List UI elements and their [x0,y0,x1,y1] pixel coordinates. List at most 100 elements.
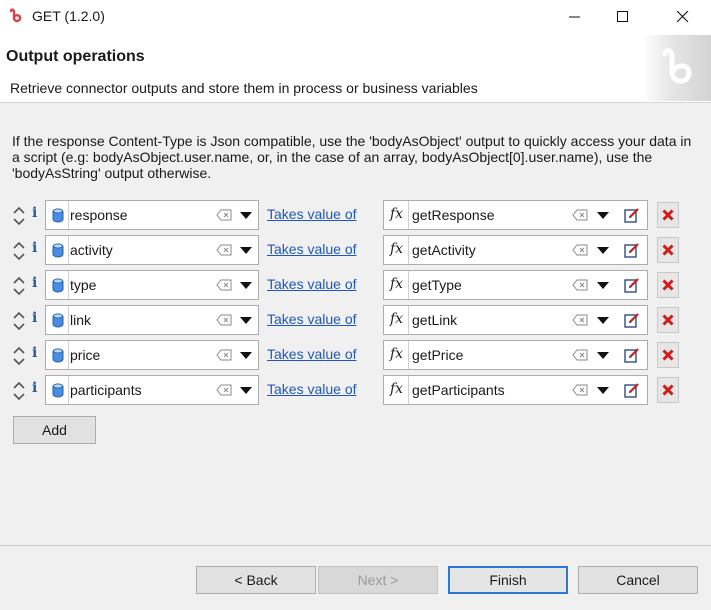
field-divider [68,271,69,299]
up-down-arrows-icon[interactable] [12,311,26,331]
edit-expression-icon[interactable] [623,241,641,259]
delete-row-button[interactable] [657,202,679,228]
cancel-button[interactable]: Cancel [578,566,698,594]
edit-expression-icon[interactable] [623,311,641,329]
variable-cylinder-icon [52,348,64,363]
takes-value-of-link[interactable]: Takes value of [267,346,357,362]
chevron-down-icon[interactable] [597,387,609,394]
delete-red-x-icon [662,314,674,326]
delete-row-button[interactable] [657,377,679,403]
operation-row: i activity Takes value of fx getActivity [0,235,711,265]
edit-expression-icon[interactable] [623,276,641,294]
up-down-arrows-icon[interactable] [12,381,26,401]
variable-combo[interactable]: type [45,270,259,300]
wizard-header: Output operations Retrieve connector out… [0,33,711,103]
clear-text-icon[interactable] [216,314,232,326]
edit-expression-icon[interactable] [623,381,641,399]
takes-value-of-link[interactable]: Takes value of [267,206,357,222]
variable-cylinder-icon [52,313,64,328]
field-divider [408,201,409,229]
chevron-down-icon[interactable] [240,247,252,254]
title-bar: GET (1.2.0) [0,0,711,33]
close-button[interactable] [660,0,706,33]
maximize-button[interactable] [600,0,646,33]
edit-expression-icon[interactable] [623,346,641,364]
variable-cylinder-icon [52,383,64,398]
chevron-down-icon[interactable] [240,352,252,359]
info-icon[interactable]: i [32,345,37,361]
takes-value-of-link[interactable]: Takes value of [267,381,357,397]
add-button[interactable]: Add [13,416,96,444]
clear-text-icon[interactable] [572,349,588,361]
takes-value-of-link[interactable]: Takes value of [267,311,357,327]
next-button[interactable]: Next > [318,566,438,594]
takes-value-of-link[interactable]: Takes value of [267,241,357,257]
chevron-down-icon[interactable] [597,352,609,359]
chevron-down-icon[interactable] [240,387,252,394]
info-icon[interactable]: i [32,310,37,326]
close-icon [677,10,689,22]
up-down-arrows-icon[interactable] [12,276,26,296]
field-divider [68,376,69,404]
chevron-down-icon[interactable] [597,247,609,254]
chevron-down-icon[interactable] [240,282,252,289]
clear-text-icon[interactable] [216,279,232,291]
expression-combo[interactable]: fx getActivity [383,235,648,265]
variable-name: activity [70,242,113,258]
clear-text-icon[interactable] [572,209,588,221]
expression-combo[interactable]: fx getLink [383,305,648,335]
expression-combo[interactable]: fx getPrice [383,340,648,370]
expression-combo[interactable]: fx getResponse [383,200,648,230]
fx-icon: fx [390,206,404,222]
info-icon[interactable]: i [32,205,37,221]
clear-text-icon[interactable] [216,384,232,396]
delete-red-x-icon [662,209,674,221]
variable-combo[interactable]: participants [45,375,259,405]
delete-red-x-icon [662,279,674,291]
clear-text-icon[interactable] [572,384,588,396]
field-divider [408,341,409,369]
operation-row: i participants Takes value of fx getPart… [0,375,711,405]
variable-combo[interactable]: price [45,340,259,370]
chevron-down-icon[interactable] [597,212,609,219]
clear-text-icon[interactable] [572,244,588,256]
clear-text-icon[interactable] [216,209,232,221]
delete-row-button[interactable] [657,307,679,333]
back-button[interactable]: < Back [196,566,316,594]
takes-value-of-link[interactable]: Takes value of [267,276,357,292]
field-divider [68,306,69,334]
footer-separator [0,545,711,546]
clear-text-icon[interactable] [216,244,232,256]
delete-row-button[interactable] [657,272,679,298]
variable-name: participants [70,382,142,398]
chevron-down-icon[interactable] [597,317,609,324]
info-icon[interactable]: i [32,275,37,291]
variable-combo[interactable]: response [45,200,259,230]
clear-text-icon[interactable] [216,349,232,361]
up-down-arrows-icon[interactable] [12,346,26,366]
description-text: If the response Content-Type is Json com… [12,133,692,181]
clear-text-icon[interactable] [572,279,588,291]
delete-row-button[interactable] [657,342,679,368]
chevron-down-icon[interactable] [240,212,252,219]
page-title: Output operations [6,48,145,65]
edit-expression-icon[interactable] [623,206,641,224]
variable-name: type [70,277,97,293]
chevron-down-icon[interactable] [597,282,609,289]
info-icon[interactable]: i [32,380,37,396]
variable-combo[interactable]: link [45,305,259,335]
minimize-button[interactable] [552,0,598,33]
clear-text-icon[interactable] [572,314,588,326]
expression-combo[interactable]: fx getParticipants [383,375,648,405]
delete-row-button[interactable] [657,237,679,263]
up-down-arrows-icon[interactable] [12,241,26,261]
operation-row: i price Takes value of fx getPrice [0,340,711,370]
finish-button[interactable]: Finish [448,566,568,594]
field-divider [408,376,409,404]
up-down-arrows-icon[interactable] [12,206,26,226]
info-icon[interactable]: i [32,240,37,256]
expression-combo[interactable]: fx getType [383,270,648,300]
app-logo-icon [9,8,22,23]
chevron-down-icon[interactable] [240,317,252,324]
variable-combo[interactable]: activity [45,235,259,265]
